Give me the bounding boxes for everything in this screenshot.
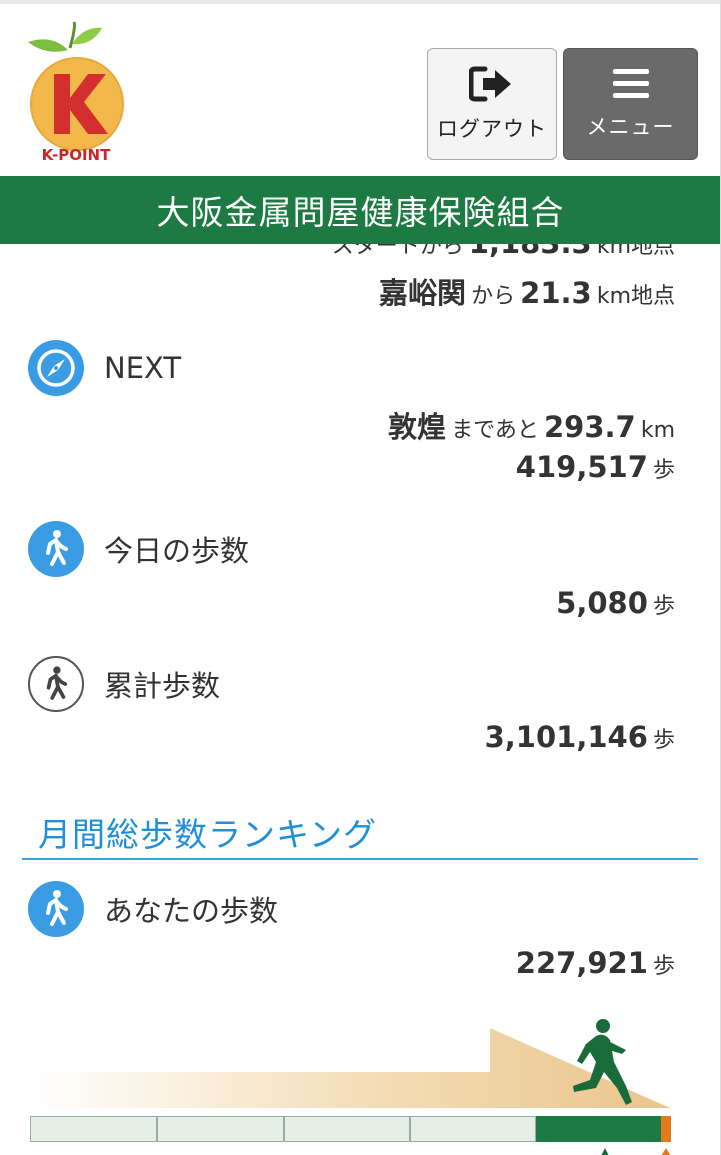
- last-place: 嘉峪関: [378, 276, 466, 310]
- ranking-bar-segment-active: [536, 1116, 661, 1142]
- next-distance: 293.7: [544, 410, 636, 444]
- next-label: NEXT: [104, 351, 182, 385]
- menu-button[interactable]: メニュー: [563, 48, 698, 160]
- your-steps: 227,921: [515, 946, 648, 980]
- total-label: 累計歩数: [104, 669, 221, 703]
- last-checkpoint-line: 嘉峪関 から 21.3 km地点: [379, 270, 675, 312]
- next-steps-unit: 歩: [652, 458, 675, 483]
- next-remaining-prefix: まであと: [451, 418, 539, 443]
- your-steps-label: あなたの歩数: [104, 894, 279, 928]
- page: スタートから 1,183.3 km地点 嘉峪関 から 21.3 km地点 NEX…: [0, 0, 721, 1155]
- next-steps-line: 419,517 歩: [516, 450, 675, 484]
- ranking-pointer-icons: [601, 1148, 671, 1155]
- k-point-logo[interactable]: K-POINT: [24, 21, 128, 168]
- section-divider: [22, 858, 698, 860]
- last-from: から: [471, 284, 516, 309]
- ranking-section-title: 月間総歩数ランキング: [38, 815, 378, 854]
- app-header: K-POINT ログアウト メニュー: [0, 0, 720, 176]
- your-steps-unit: 歩: [652, 954, 675, 979]
- next-heading: NEXT: [28, 340, 181, 396]
- compass-icon: [28, 340, 84, 396]
- walking-person-icon: [28, 881, 84, 937]
- logout-button[interactable]: ログアウト: [427, 48, 557, 160]
- ranking-bar-segment: [284, 1116, 410, 1142]
- next-steps: 419,517: [515, 450, 648, 484]
- menu-label: メニュー: [586, 115, 675, 139]
- ranking-bar-segment: [157, 1116, 284, 1142]
- next-distance-line: 敦煌 まであと 293.7 km: [388, 404, 675, 446]
- last-unit: km地点: [596, 284, 675, 309]
- ranking-position-marker: [661, 1116, 671, 1142]
- today-heading: 今日の歩数: [28, 521, 249, 577]
- walking-person-outline-icon: [28, 656, 84, 712]
- today-label: 今日の歩数: [104, 534, 250, 568]
- walking-person-icon: [28, 521, 84, 577]
- today-steps-unit: 歩: [652, 594, 675, 619]
- organization-name-bar: 大阪金属問屋健康保険組合: [0, 176, 720, 244]
- ranking-bar-segment: [410, 1116, 536, 1142]
- total-heading: 累計歩数: [28, 656, 220, 712]
- next-place: 敦煌: [388, 410, 447, 444]
- today-steps: 5,080: [556, 586, 648, 620]
- today-steps-line: 5,080 歩: [556, 586, 675, 620]
- hamburger-icon: [612, 69, 649, 98]
- ranking-graphic: [30, 1010, 680, 1155]
- logo-text: K-POINT: [41, 146, 111, 164]
- sign-out-icon: [469, 66, 511, 102]
- logout-label: ログアウト: [437, 117, 547, 141]
- your-steps-line: 227,921 歩: [516, 946, 675, 980]
- your-steps-heading: あなたの歩数: [28, 881, 278, 937]
- total-steps-unit: 歩: [652, 728, 675, 753]
- last-distance: 21.3: [520, 276, 592, 310]
- total-steps: 3,101,146: [484, 720, 648, 754]
- next-distance-unit: km: [640, 418, 675, 443]
- total-steps-line: 3,101,146 歩: [485, 720, 675, 754]
- ranking-bar-segment: [30, 1116, 157, 1142]
